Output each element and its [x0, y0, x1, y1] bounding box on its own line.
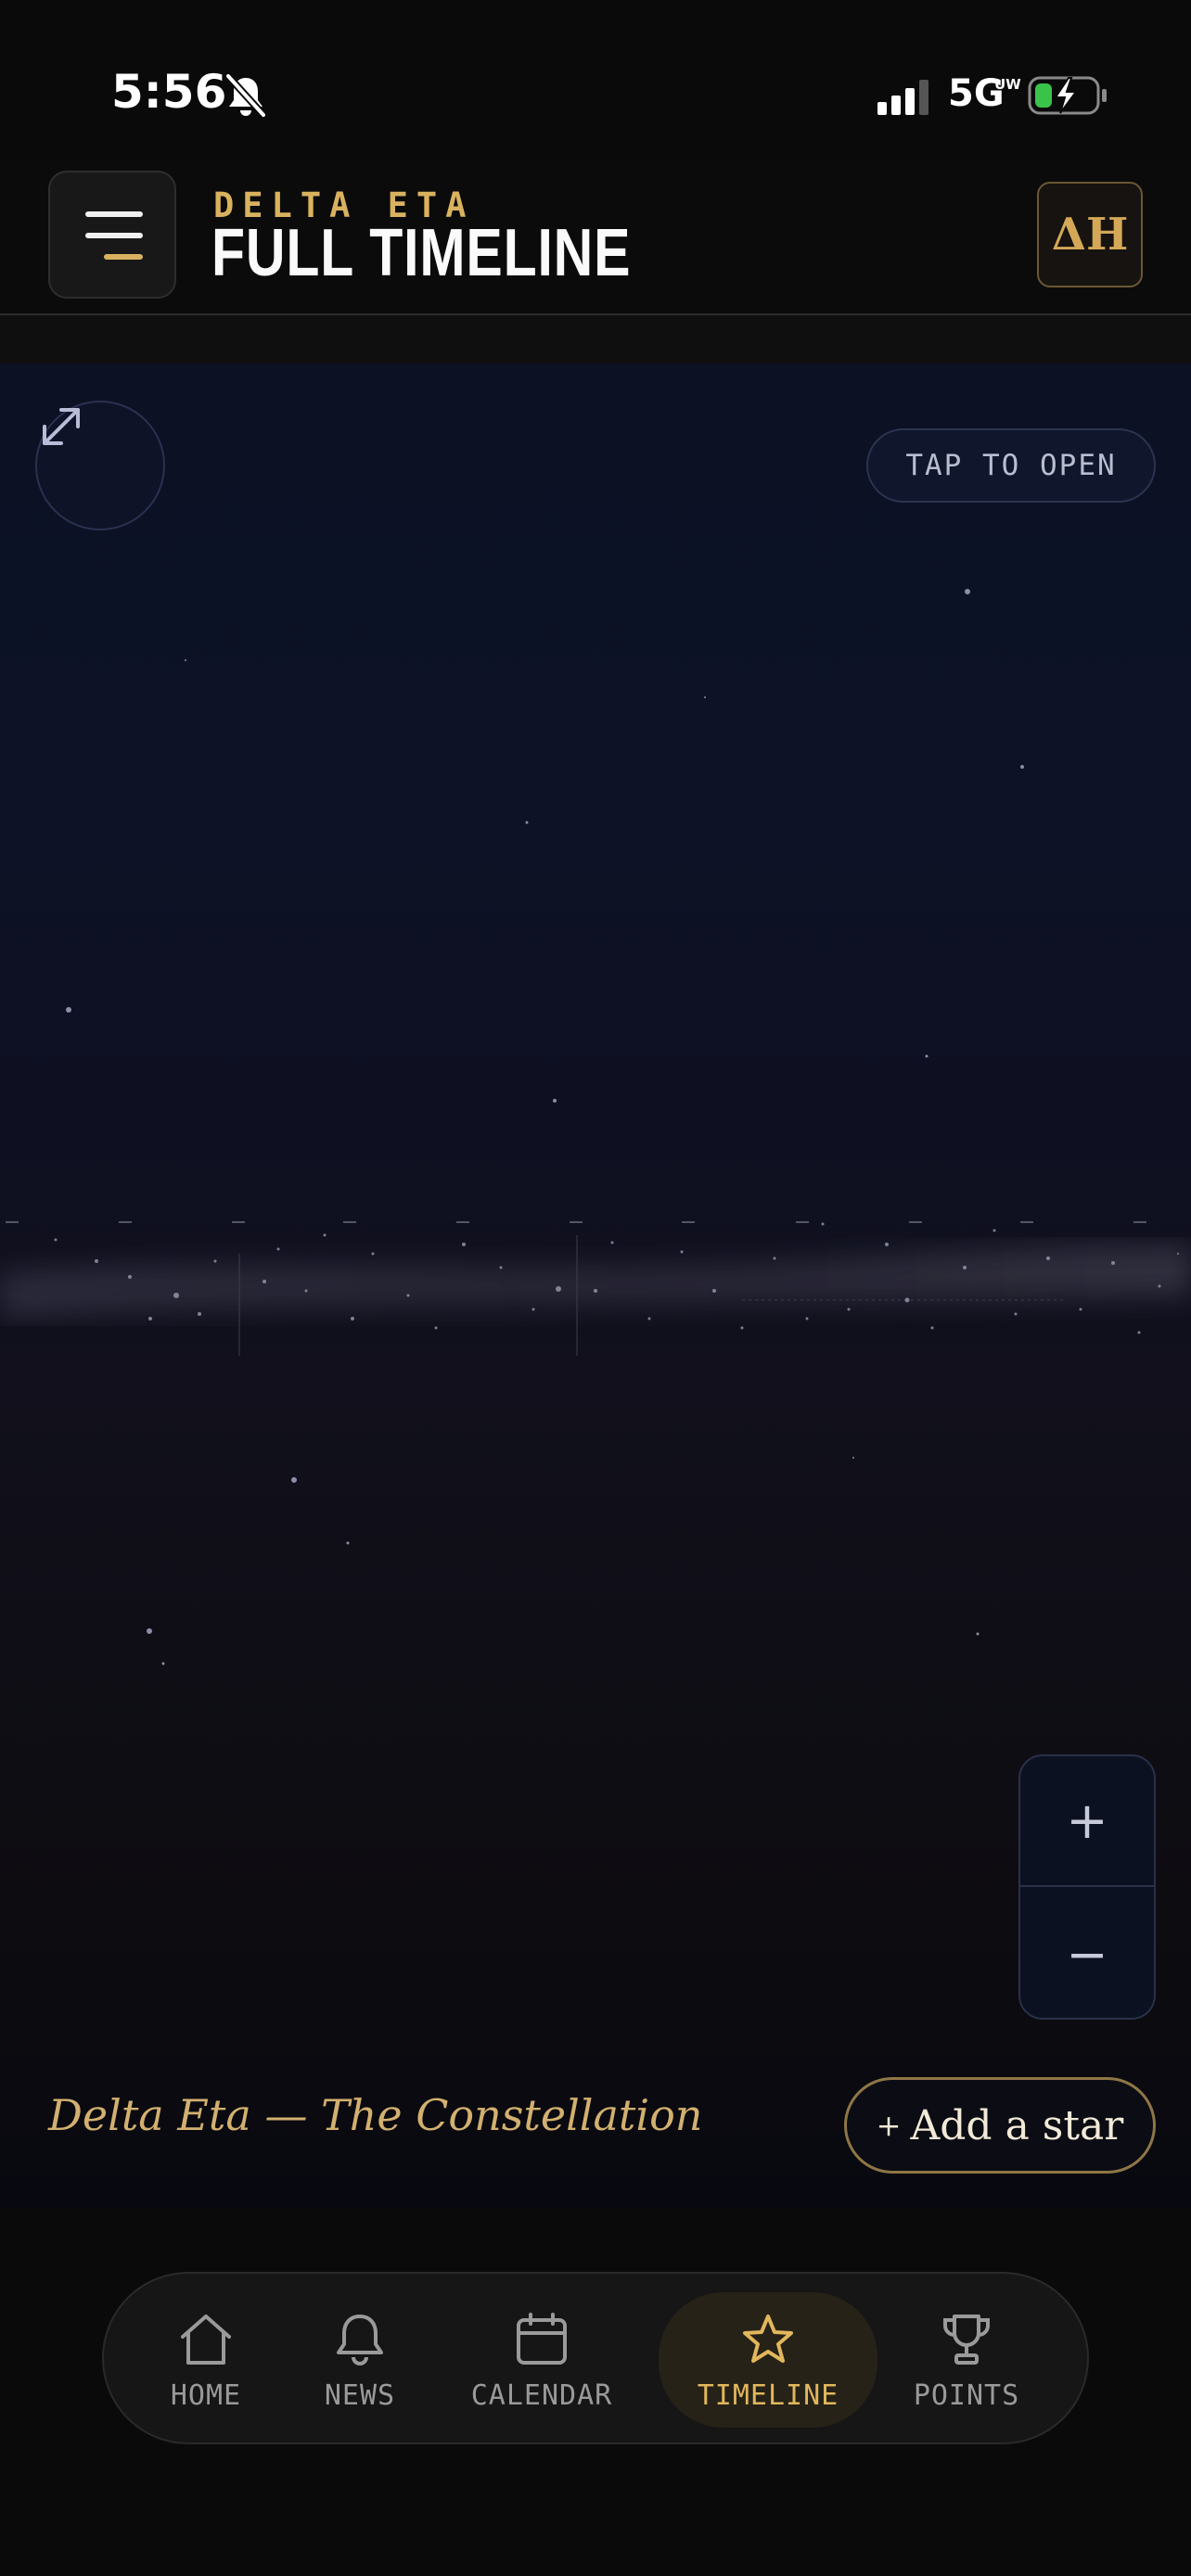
trophy-icon: [943, 2314, 990, 2365]
page-title: FULL TIMELINE: [211, 216, 632, 290]
constellation-starfield: [0, 589, 1191, 1665]
header-divider-band: [0, 315, 1191, 363]
tap-to-open-button[interactable]: TAP TO OPEN: [866, 428, 1156, 503]
tab-label-home: HOME: [170, 2378, 242, 2412]
tab-label-news: NEWS: [324, 2378, 396, 2412]
status-time: 5:56: [111, 65, 227, 119]
zoom-controls: + −: [1018, 1754, 1156, 2020]
bell-off-icon: [225, 73, 266, 118]
expand-button[interactable]: [35, 401, 165, 530]
home-icon: [181, 2314, 231, 2365]
chapter-logo[interactable]: ΔΗ: [1037, 182, 1143, 287]
tab-calendar[interactable]: CALENDAR: [455, 2274, 629, 2446]
zoom-in-button[interactable]: +: [1020, 1756, 1154, 1887]
network-sub: UW: [994, 76, 1021, 93]
add-star-plus: +: [876, 2108, 902, 2143]
signal-icon: [877, 80, 928, 115]
calendar-icon: [517, 2312, 567, 2365]
menu-button[interactable]: [48, 171, 176, 299]
tab-label-timeline: TIMELINE: [697, 2378, 839, 2412]
app-header: DELTA ETA FULL TIMELINE ΔΗ: [0, 158, 1191, 315]
zoom-out-button[interactable]: −: [1020, 1889, 1154, 2018]
add-star-button[interactable]: + Add a star: [844, 2077, 1156, 2174]
expand-icon: [43, 408, 80, 445]
star-icon: [743, 2314, 793, 2363]
tab-bar: HOME NEWS CALENDAR TIMELINE POINTS: [102, 2272, 1089, 2444]
tab-label-calendar: CALENDAR: [470, 2378, 613, 2412]
add-star-label: Add a star: [910, 2101, 1124, 2149]
bottom-nav-area: HOME NEWS CALENDAR TIMELINE POINTS: [0, 2209, 1191, 2576]
tab-news[interactable]: NEWS: [295, 2274, 425, 2446]
constellation-caption: Delta Eta — The Constellation: [48, 2090, 703, 2140]
status-bar: 5:56 5G UW: [0, 0, 1191, 158]
tab-points[interactable]: POINTS: [902, 2274, 1031, 2446]
constellation-canvas[interactable]: TAP TO OPEN + − Delta Eta — The Constell…: [0, 363, 1191, 2209]
tab-label-points: POINTS: [913, 2378, 1020, 2412]
battery-charging-icon: [1028, 76, 1107, 115]
menu-icon: [50, 172, 174, 297]
bell-icon: [337, 2314, 383, 2366]
tab-timeline[interactable]: TIMELINE: [659, 2292, 877, 2428]
tab-home[interactable]: HOME: [141, 2274, 271, 2446]
